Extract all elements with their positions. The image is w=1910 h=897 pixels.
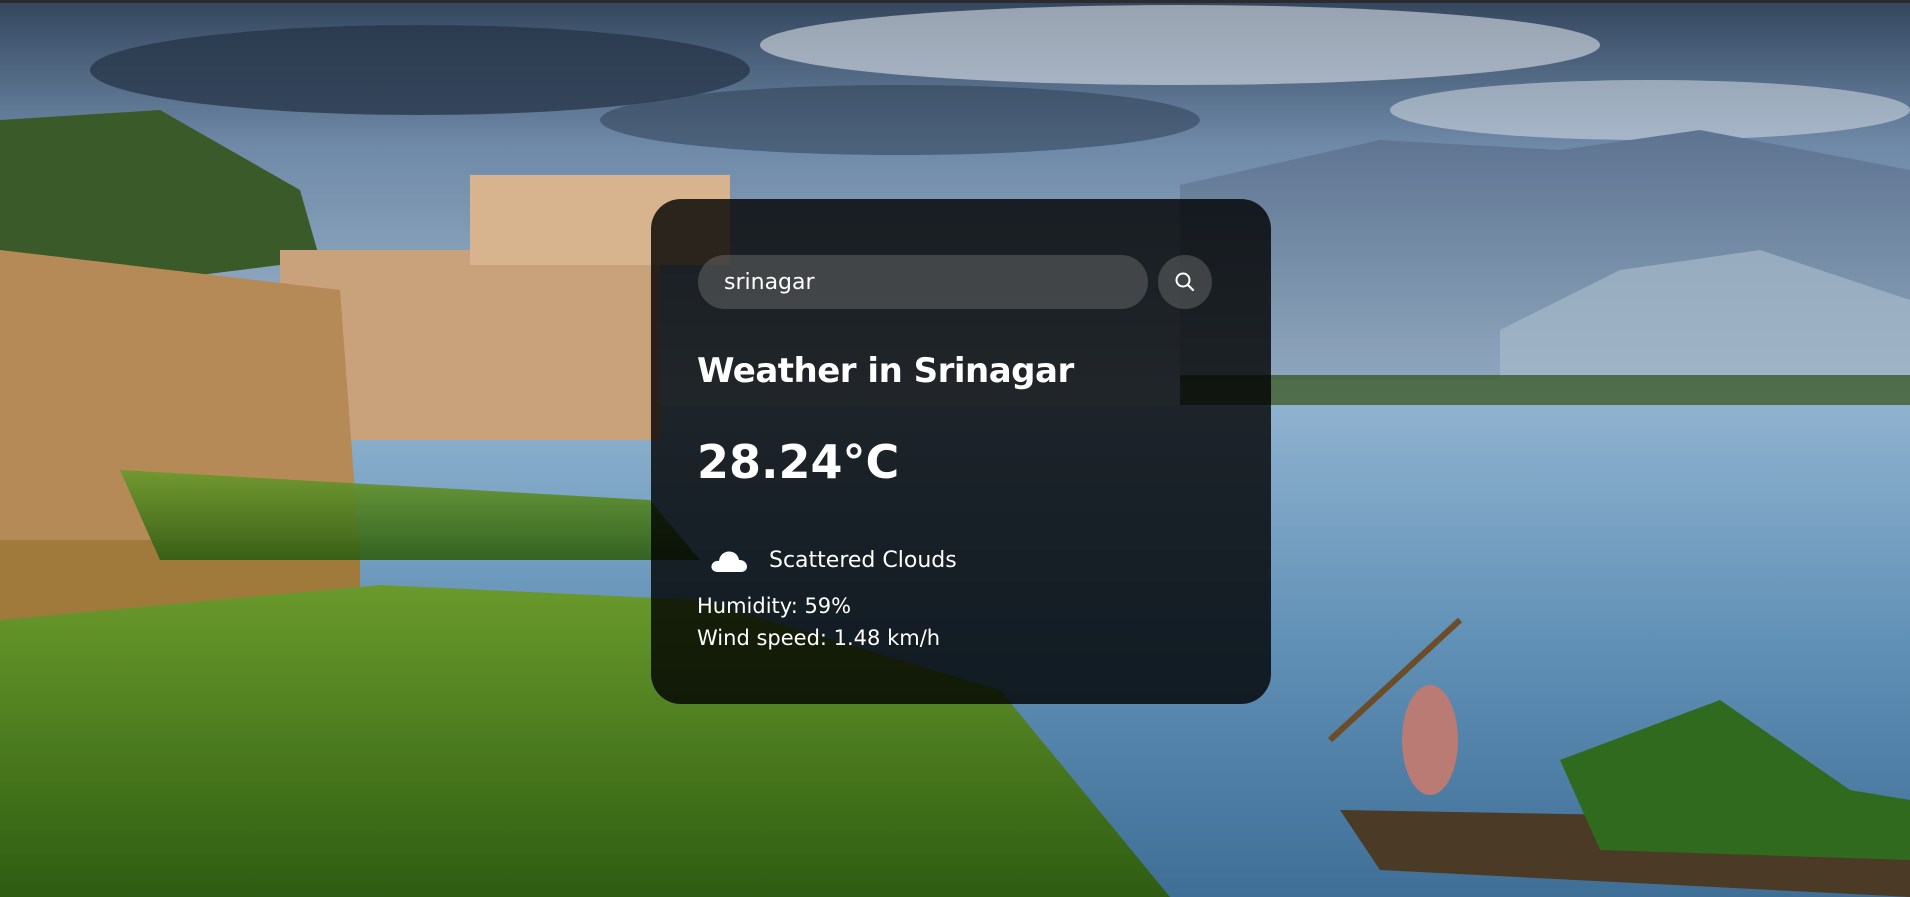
search-icon: [1175, 272, 1195, 292]
weather-card: Weather in Srinagar 28.24°C Scattered Cl…: [651, 199, 1271, 704]
humidity: Humidity: 59%: [697, 594, 852, 618]
cloud-icon: [711, 551, 747, 572]
city-title: Weather in Srinagar: [697, 351, 1074, 391]
weather-app: Weather in Srinagar 28.24°C Scattered Cl…: [0, 0, 1910, 897]
weather-description: Scattered Clouds: [709, 542, 957, 578]
search-bar: [698, 255, 1228, 309]
description-text: Scattered Clouds: [769, 547, 957, 573]
search-button[interactable]: [1158, 255, 1212, 309]
search-input[interactable]: [698, 255, 1148, 309]
top-border: [0, 0, 1910, 3]
temperature: 28.24°C: [697, 435, 900, 489]
wind-speed: Wind speed: 1.48 km/h: [697, 626, 941, 650]
